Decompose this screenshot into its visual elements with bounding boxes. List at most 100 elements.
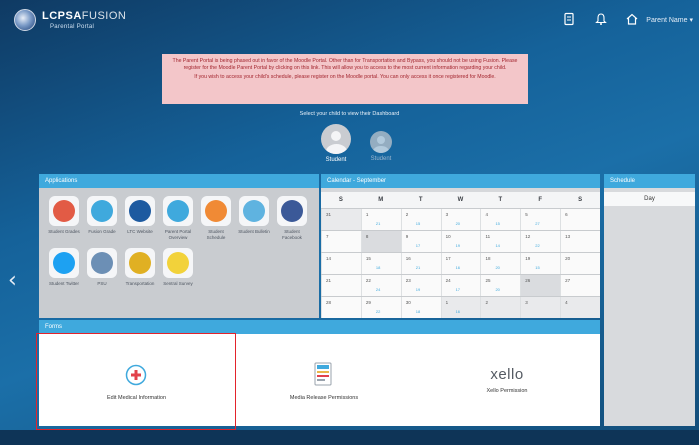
bottom-strip	[0, 430, 699, 445]
calendar-day[interactable]: 1 16	[440, 297, 481, 318]
weekday-label: S	[338, 197, 343, 203]
calendar-day[interactable]: 22 24	[360, 275, 401, 296]
day-number: 6	[565, 212, 568, 217]
day-event[interactable]: 21	[416, 265, 420, 270]
chevron-left-icon[interactable]: ‹	[8, 268, 17, 293]
weekday-label: W	[457, 197, 464, 203]
day-event[interactable]: 19	[416, 287, 420, 292]
calendar-day[interactable]: 30 18	[400, 297, 441, 318]
app-tile[interactable]: Sentral Survey	[161, 248, 195, 287]
calendar-day[interactable]: 2	[480, 297, 521, 318]
app-tile[interactable]: Student Grades	[47, 196, 81, 235]
calendar-day[interactable]: 4 15	[480, 209, 521, 230]
bell-icon[interactable]	[594, 12, 608, 26]
day-event[interactable]: 18	[416, 309, 420, 314]
student-selector[interactable]: Student	[366, 131, 396, 162]
day-event[interactable]: 24	[376, 287, 380, 292]
calendar-day[interactable]: 7	[321, 231, 361, 252]
twitter-icon	[49, 248, 79, 278]
calendar-day[interactable]: 11 14	[480, 231, 521, 252]
calendar-day[interactable]: 6	[560, 209, 601, 230]
app-label: PSU	[97, 281, 107, 286]
day-event[interactable]: 21	[376, 221, 380, 226]
calendar-day[interactable]: 13	[560, 231, 601, 252]
day-event[interactable]: 16	[456, 265, 460, 270]
calendar-day[interactable]: 2 15	[400, 209, 441, 230]
day-event[interactable]: 20	[495, 265, 499, 270]
app-tile[interactable]: Parent Portal Overview	[161, 196, 195, 240]
weekday-label: F	[538, 197, 543, 203]
calendar-day[interactable]: 8	[360, 231, 401, 252]
day-event[interactable]: 18	[376, 265, 380, 270]
day-number: 4	[565, 300, 568, 305]
schedule-day-view[interactable]: Day	[604, 192, 695, 206]
day-event[interactable]: 17	[416, 243, 420, 248]
handshake-icon	[163, 196, 193, 226]
calendar-day[interactable]: 3	[520, 297, 561, 318]
forms-panel: Forms Edit Medical Information Media Rel…	[39, 320, 600, 426]
day-event[interactable]: 20	[495, 287, 499, 292]
calendar-day[interactable]: 23 19	[400, 275, 441, 296]
calendar-day[interactable]: 9 17	[400, 231, 441, 252]
calendar-day[interactable]: 26	[520, 275, 561, 296]
calendar-day[interactable]: 20	[560, 253, 601, 274]
day-number: 22	[365, 278, 371, 283]
app-tile[interactable]: Fusion Grade	[85, 196, 119, 235]
day-event[interactable]: 22	[535, 243, 539, 248]
calendar-day[interactable]: 29 22	[360, 297, 401, 318]
edit-medical-information-tile[interactable]: Edit Medical Information	[39, 338, 234, 426]
app-tile[interactable]: PSU	[85, 248, 119, 287]
student-selector-active[interactable]: Student	[318, 124, 354, 163]
app-tile[interactable]: Student Bulletin	[237, 196, 271, 235]
logo[interactable]: LCPSAFUSION	[42, 10, 126, 22]
document-icon[interactable]	[562, 12, 576, 26]
calendar-day[interactable]: 4	[560, 297, 601, 318]
calendar-day[interactable]: 14	[321, 253, 361, 274]
day-event[interactable]: 16	[456, 309, 460, 314]
app-tile[interactable]: Student Facebook	[275, 196, 309, 240]
day-event[interactable]: 15	[535, 265, 539, 270]
app-label: Student Twitter	[49, 281, 79, 286]
calendar-day[interactable]: 28	[321, 297, 361, 318]
calendar-day[interactable]: 15 18	[360, 253, 401, 274]
app-tile[interactable]: Student Twitter	[47, 248, 81, 287]
forms-title: Forms	[39, 320, 600, 334]
day-event[interactable]: 15	[416, 221, 420, 226]
app-tile[interactable]: LTC Website	[123, 196, 157, 235]
calendar-day[interactable]: 27	[560, 275, 601, 296]
calendar-day[interactable]: 21	[321, 275, 361, 296]
applications-panel: Applications Student Grades Fusion Grade L…	[39, 174, 319, 318]
notice-banner: The Parent Portal is being phased out in…	[162, 54, 528, 104]
calendar-week: 28 29 22 30 18 1 16 2 3 4	[321, 296, 601, 318]
calendar-day[interactable]: 31	[321, 209, 361, 230]
calendar-panel: Calendar - September SMTWTFS 31 1 21 2 15 3 20…	[321, 174, 601, 318]
media-release-permissions-tile[interactable]: Media Release Permissions	[234, 338, 414, 426]
day-event[interactable]: 20	[456, 221, 460, 226]
xello-permission-tile[interactable]: xello Xello Permission	[414, 338, 600, 426]
day-event[interactable]: 15	[495, 221, 499, 226]
app-label: Transportation	[125, 281, 155, 286]
calendar-day[interactable]: 12 22	[520, 231, 561, 252]
calendar-day[interactable]: 18 20	[480, 253, 521, 274]
calendar-day[interactable]: 10 19	[440, 231, 481, 252]
app-tile[interactable]: Transportation	[123, 248, 157, 287]
calendar-day[interactable]: 5 27	[520, 209, 561, 230]
day-event[interactable]: 14	[495, 243, 499, 248]
notice-line-1[interactable]: The Parent Portal is being phased out in…	[172, 58, 518, 71]
user-menu[interactable]: Parent Name ▾	[646, 16, 693, 24]
calendar-day[interactable]: 3 20	[440, 209, 481, 230]
calendar-day[interactable]: 19 15	[520, 253, 561, 274]
day-event[interactable]: 19	[456, 243, 460, 248]
day-event[interactable]: 27	[535, 221, 539, 226]
ltc-icon	[125, 196, 155, 226]
calendar-day[interactable]: 25 20	[480, 275, 521, 296]
calendar-day[interactable]: 16 21	[400, 253, 441, 274]
calendar-day[interactable]: 1 21	[360, 209, 401, 230]
app-tile[interactable]: Student Schedule	[199, 196, 233, 240]
weekday-label: T	[498, 197, 503, 203]
day-event[interactable]: 17	[456, 287, 460, 292]
calendar-day[interactable]: 17 16	[440, 253, 481, 274]
calendar-day[interactable]: 24 17	[440, 275, 481, 296]
day-event[interactable]: 22	[376, 309, 380, 314]
home-icon[interactable]	[625, 12, 639, 26]
